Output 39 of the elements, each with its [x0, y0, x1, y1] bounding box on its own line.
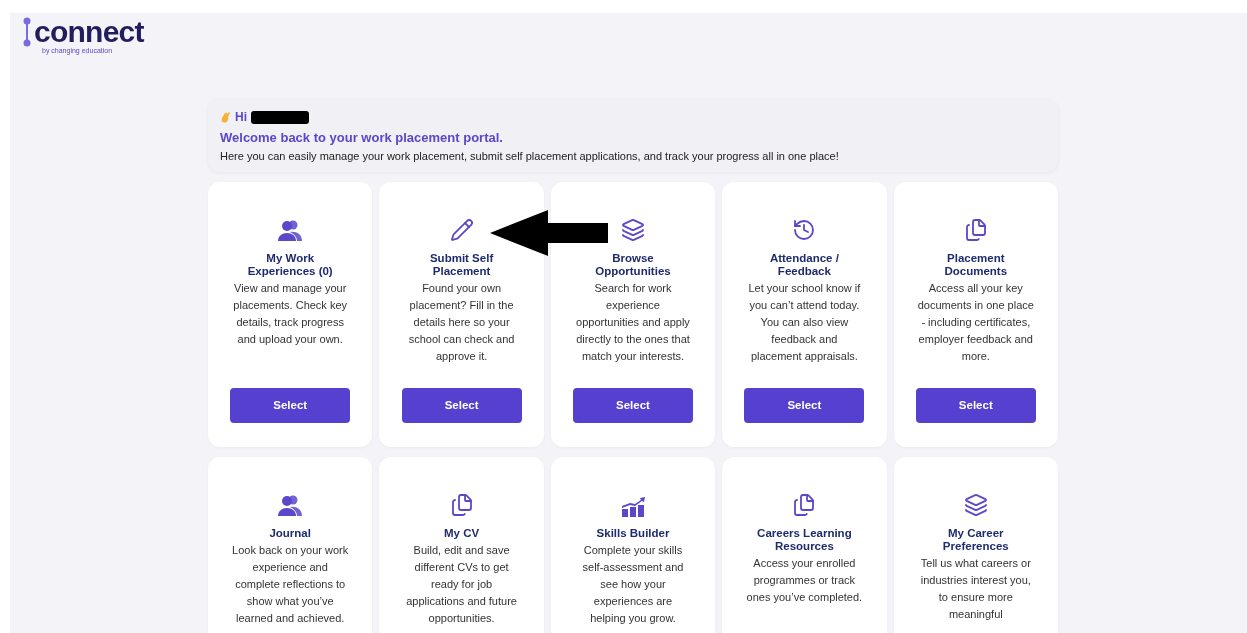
card-title: Careers Learning Resources	[756, 527, 853, 553]
history-icon	[792, 218, 817, 242]
greeting-text: Hi	[235, 109, 247, 126]
card-description: Look back on your work experience and complete reflections to show what you’ve learned and achieved.	[231, 543, 350, 626]
card-description: Complete your skills self-assessment and see how your experiences are helping you grow.	[581, 543, 685, 626]
card-title: Attendance / Feedback	[768, 252, 840, 278]
documents-icon	[792, 493, 817, 517]
select-button[interactable]: Select	[401, 388, 522, 423]
select-button[interactable]: Select	[230, 388, 351, 423]
documents-icon	[963, 218, 988, 242]
pencil-icon	[449, 218, 474, 242]
card-title: My Work Experiences (0)	[246, 252, 334, 278]
welcome-title: Welcome back to your work placement portal.	[220, 129, 504, 147]
select-button[interactable]: Select	[915, 388, 1036, 423]
documents-icon	[449, 493, 474, 517]
select-button[interactable]: Select	[744, 388, 865, 423]
logo-wordmark: connect	[34, 17, 144, 47]
layers-icon	[621, 218, 645, 242]
card-description: Tell us what careers or industries interest you, to ensure more meaningful	[919, 556, 1032, 622]
card-title: Skills Builder	[595, 527, 671, 540]
card-title: My CV	[443, 527, 481, 540]
card-title: My Career Preferences	[941, 527, 1010, 553]
card-title: Browse Opportunities	[594, 252, 672, 278]
bar-chart-icon	[621, 497, 645, 517]
card-description: View and manage your placements. Check key details, track progress and upload your own.	[232, 281, 349, 347]
card-description: Build, edit and save different CVs to get ready for job applications and future opportunities.	[405, 543, 518, 626]
card-description: Search for work experience opportunities and apply directly to the ones that match your interests.	[575, 281, 691, 364]
card-title: Placement Documents	[943, 252, 1009, 278]
card-description: Access all your key documents in one place - including certificates, employer feedback and more.	[916, 281, 1035, 364]
card-title: Submit Self Placement	[428, 252, 495, 278]
card-title: Journal	[268, 527, 312, 540]
people-icon	[278, 220, 303, 242]
card-description: Let your school know if you can’t attend today. You can also view feedback and placement appraisals.	[747, 281, 862, 364]
card-description: Access your enrolled programmes or track ones you’ve completed.	[745, 556, 864, 605]
people-icon	[278, 495, 303, 517]
welcome-text: Here you can easily manage your work placement, submit self placement applications, and track your progress all in one place!	[220, 148, 840, 164]
layers-icon	[963, 493, 988, 517]
card-description: Found your own placement? Fill in the details here so your school can check and approve it.	[407, 281, 516, 364]
select-button[interactable]: Select	[573, 388, 693, 423]
